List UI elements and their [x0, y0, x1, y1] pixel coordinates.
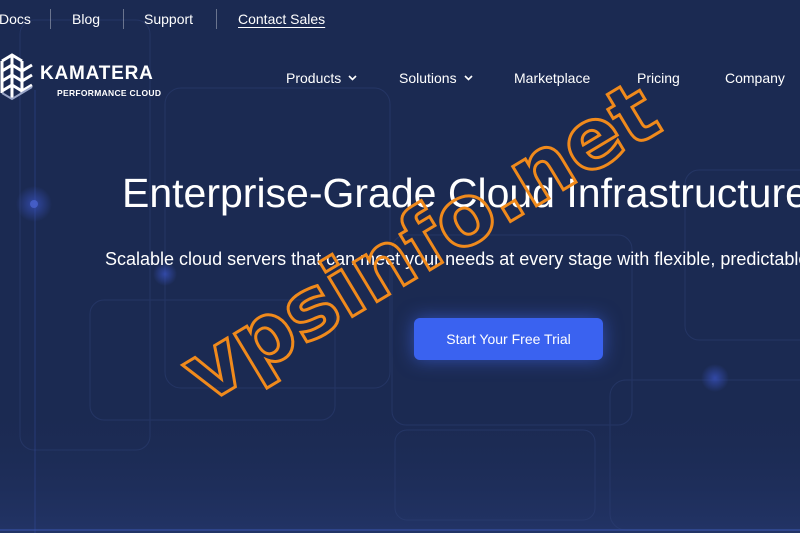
utility-bar: Docs Blog Support Contact Sales — [0, 0, 800, 36]
support-link[interactable]: Support — [144, 10, 193, 28]
nav-pricing-label: Pricing — [637, 70, 680, 86]
utility-divider — [123, 9, 124, 29]
nav-company[interactable]: Company — [725, 69, 785, 87]
kamatera-logo[interactable]: KAMATERA PERFORMANCE CLOUD — [0, 53, 170, 103]
hero-subtitle: Scalable cloud servers that can meet you… — [0, 246, 800, 272]
nav-marketplace[interactable]: Marketplace — [514, 69, 590, 87]
chevron-down-icon — [464, 75, 473, 81]
nav-pricing[interactable]: Pricing — [637, 69, 680, 87]
nav-products-label: Products — [286, 70, 342, 86]
logo-wordmark: KAMATERA — [40, 63, 154, 84]
utility-divider — [216, 9, 217, 29]
contact-sales-link[interactable]: Contact Sales — [238, 10, 325, 28]
logo-cube-icon — [0, 53, 33, 101]
blog-link[interactable]: Blog — [72, 10, 100, 28]
hero-title: Enterprise-Grade Cloud Infrastructure — [0, 168, 800, 218]
nav-solutions-label: Solutions — [399, 70, 457, 86]
logo-tagline: PERFORMANCE CLOUD — [57, 88, 162, 98]
hero-title-text: Enterprise-Grade Cloud Infrastructure — [122, 170, 800, 216]
hero-subtitle-text: Scalable cloud servers that can meet you… — [105, 249, 800, 269]
watermark-text: vpsinfo.net — [165, 62, 675, 422]
start-free-trial-button[interactable]: Start Your Free Trial — [414, 318, 603, 360]
nav-marketplace-label: Marketplace — [514, 70, 591, 86]
nav-company-label: Company — [725, 70, 785, 86]
utility-divider — [50, 9, 51, 29]
docs-link[interactable]: Docs — [0, 10, 31, 28]
chevron-down-icon — [348, 75, 357, 81]
nav-products[interactable]: Products — [286, 69, 357, 87]
nav-solutions[interactable]: Solutions — [399, 69, 473, 87]
